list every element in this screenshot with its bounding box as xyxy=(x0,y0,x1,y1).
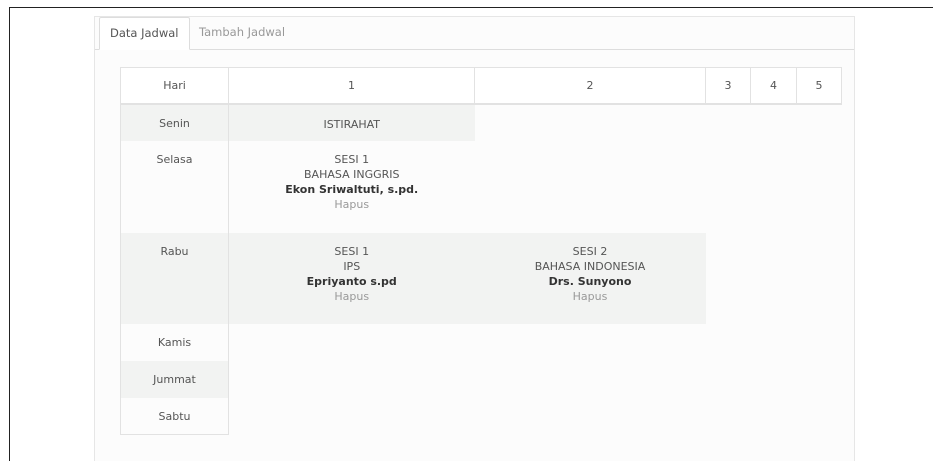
header-slot-2: 2 xyxy=(474,67,706,104)
subject-label: BAHASA INDONESIA xyxy=(534,259,646,273)
schedule-cell: SESI 2 BAHASA INDONESIA Drs. Sunyono Hap… xyxy=(474,232,706,324)
teacher-name: Ekon Sriwaltuti, s.pd. xyxy=(285,182,419,196)
delete-link[interactable]: Hapus xyxy=(230,197,474,212)
window-left-border xyxy=(9,7,10,461)
subject-label: BAHASA INGGRIS xyxy=(304,167,400,181)
tab-bar: Data Jadwal Tambah Jadwal xyxy=(95,17,854,50)
teacher-name: Epriyanto s.pd xyxy=(306,274,397,288)
day-cell: Rabu xyxy=(120,232,229,324)
tab-tambah-jadwal[interactable]: Tambah Jadwal xyxy=(189,17,295,49)
session-label: SESI 1 xyxy=(334,152,370,166)
delete-link[interactable]: Hapus xyxy=(476,289,705,304)
header-slot-4: 4 xyxy=(750,67,797,104)
day-cell: Jummat xyxy=(120,360,229,398)
header-slot-1: 1 xyxy=(228,67,475,104)
table-row: Sabtu xyxy=(120,397,842,435)
delete-link[interactable]: Hapus xyxy=(230,289,474,304)
schedule-cell: SESI 1 IPS Epriyanto s.pd Hapus xyxy=(228,232,475,324)
schedule-cell: ISTIRAHAT xyxy=(228,103,475,141)
table-row: Kamis xyxy=(120,323,842,361)
schedule-panel: Data Jadwal Tambah Jadwal Hari 1 2 3 4 5… xyxy=(94,16,855,461)
header-hari: Hari xyxy=(120,67,229,104)
table-row: Selasa SESI 1 BAHASA INGGRIS Ekon Sriwal… xyxy=(120,140,842,233)
session-label: SESI 1 xyxy=(334,244,370,258)
session-label: SESI 2 xyxy=(572,244,608,258)
table-header-row: Hari 1 2 3 4 5 xyxy=(120,67,842,104)
header-slot-3: 3 xyxy=(705,67,751,104)
tab-data-jadwal[interactable]: Data Jadwal xyxy=(99,17,190,50)
day-cell: Senin xyxy=(120,103,229,141)
table-row: Jummat xyxy=(120,360,842,398)
table-row: Senin ISTIRAHAT xyxy=(120,103,842,141)
schedule-table: Hari 1 2 3 4 5 Senin ISTIRAHAT Selasa SE… xyxy=(120,67,842,435)
subject-label: IPS xyxy=(343,259,361,273)
window-top-border xyxy=(9,7,933,8)
teacher-name: Drs. Sunyono xyxy=(548,274,632,288)
table-row: Rabu SESI 1 IPS Epriyanto s.pd Hapus SES… xyxy=(120,232,842,324)
header-slot-5: 5 xyxy=(796,67,842,104)
day-cell: Selasa xyxy=(120,140,229,233)
day-cell: Kamis xyxy=(120,323,229,361)
schedule-cell: SESI 1 BAHASA INGGRIS Ekon Sriwaltuti, s… xyxy=(229,141,475,233)
day-cell: Sabtu xyxy=(120,397,229,435)
